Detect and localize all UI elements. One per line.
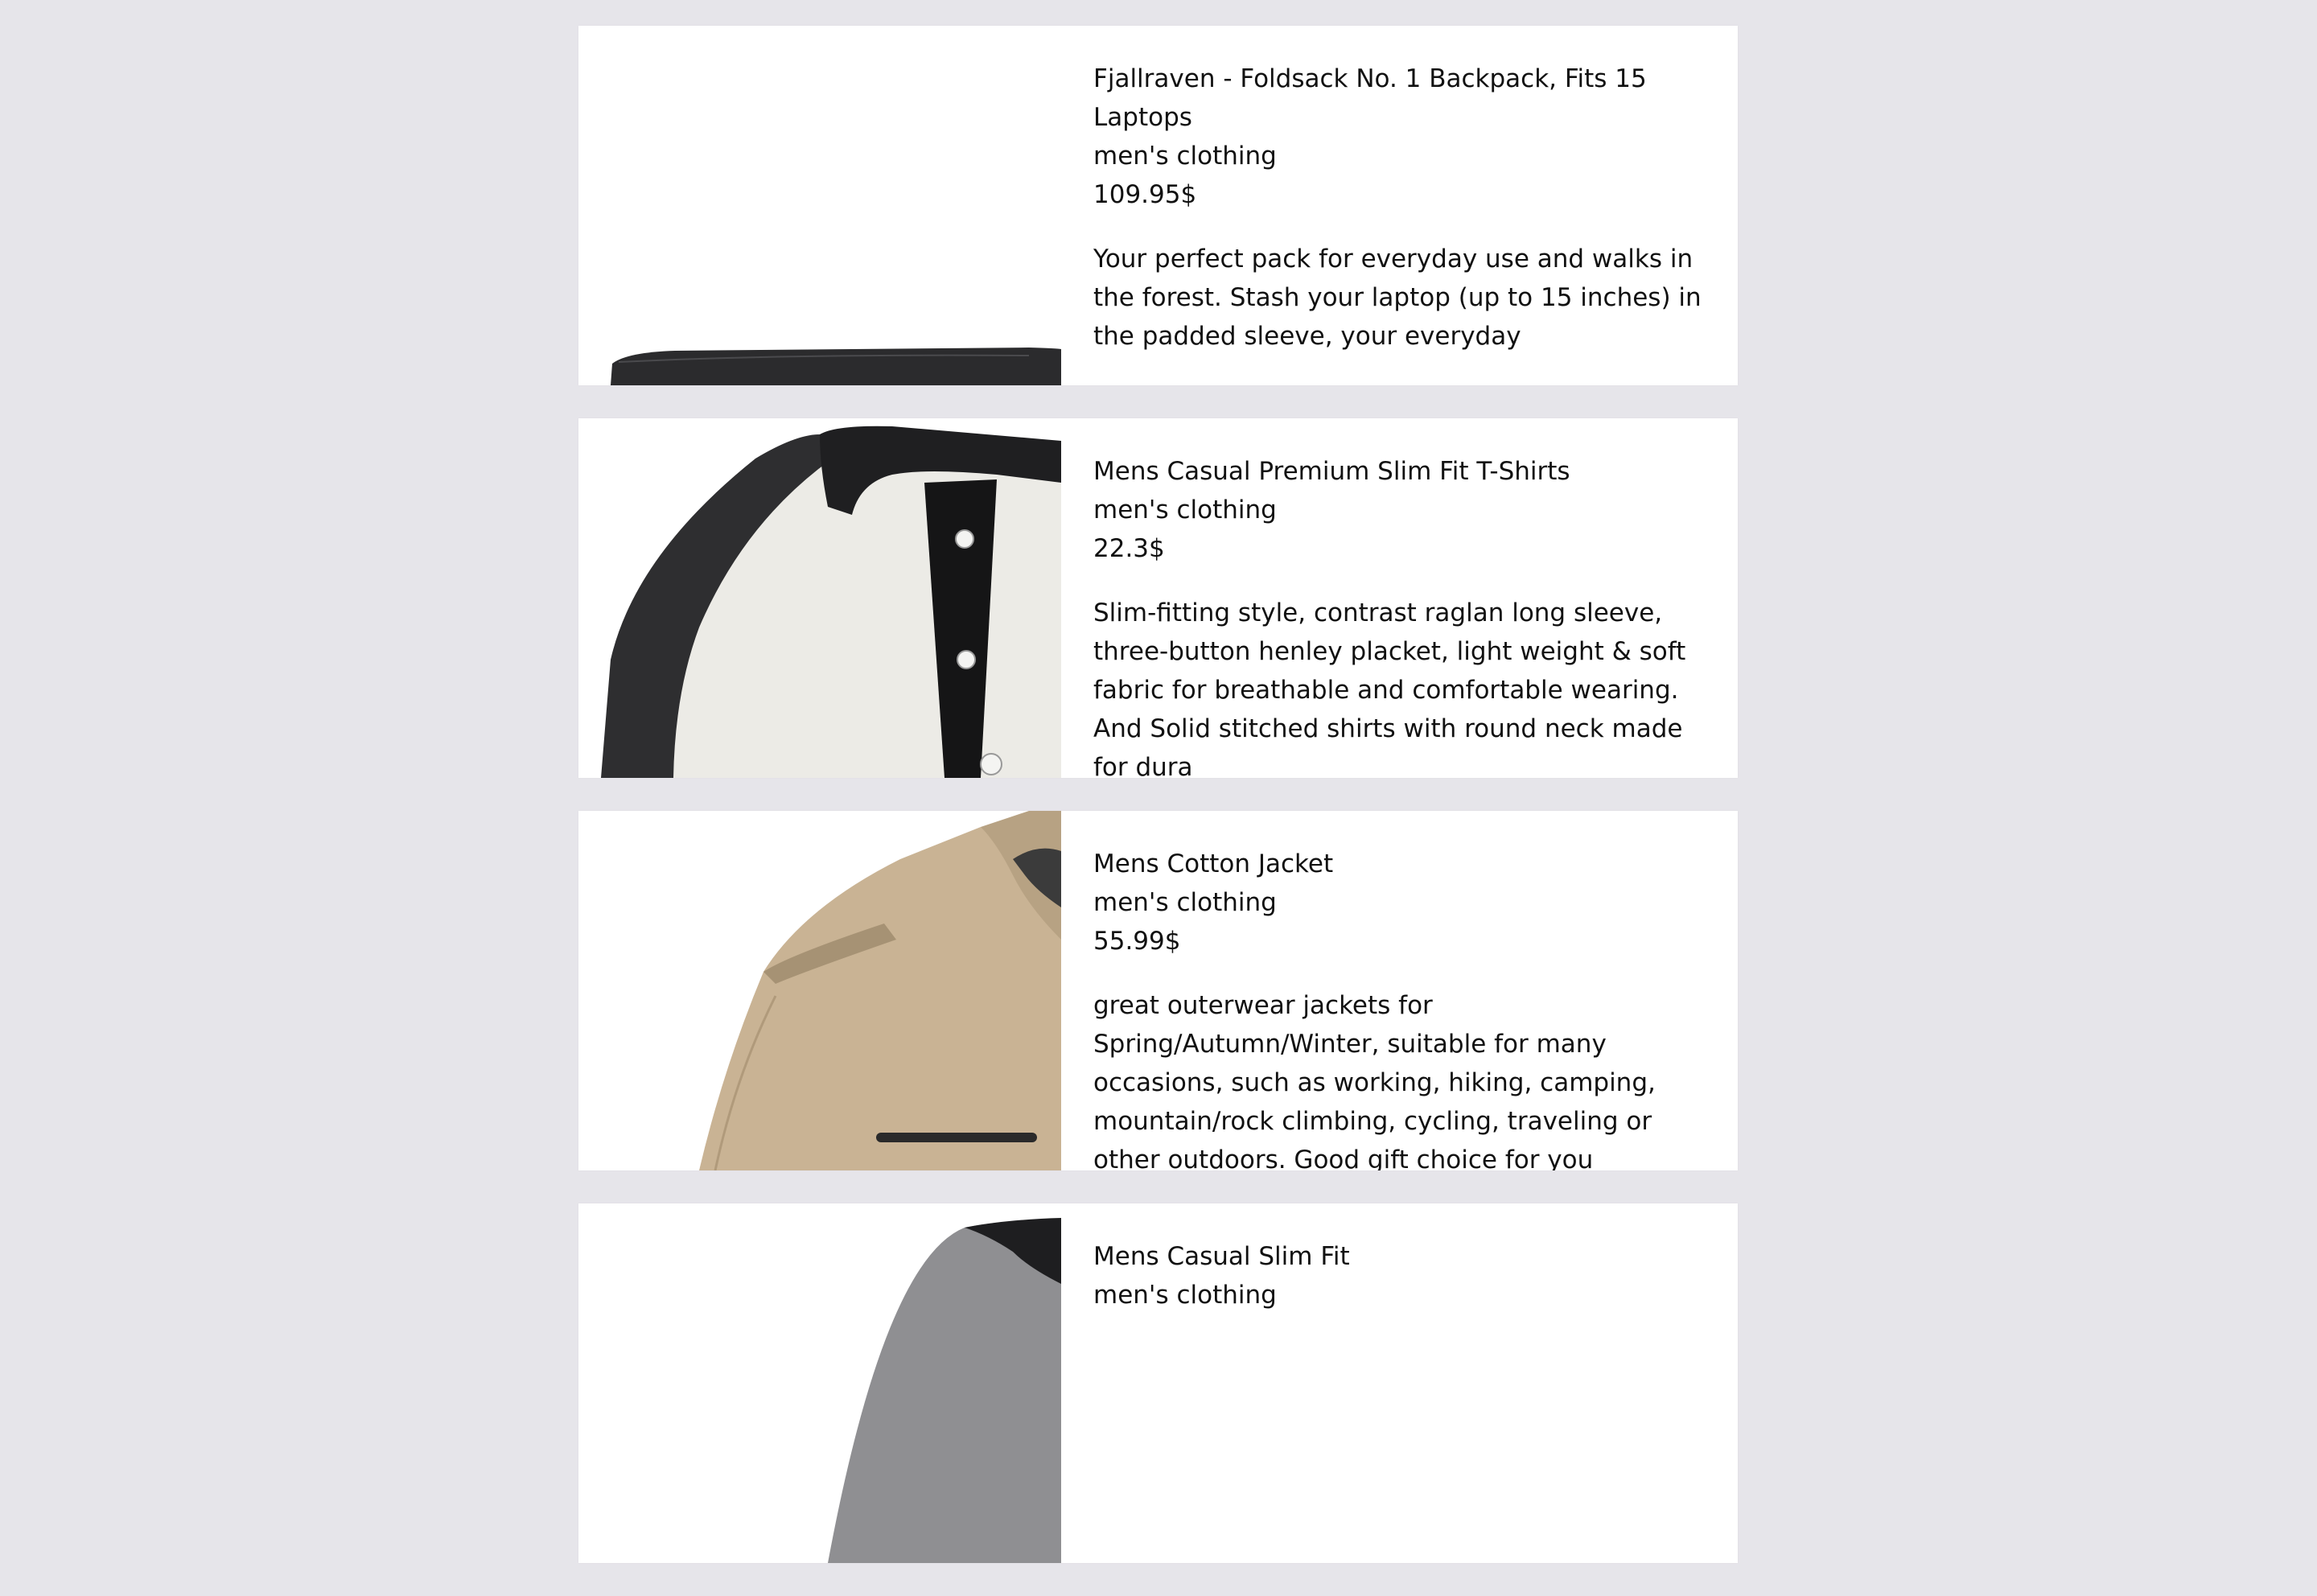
product-title[interactable]: Mens Casual Premium Slim Fit T-Shirts xyxy=(1093,452,1721,491)
product-image-slim-fit-shirt[interactable] xyxy=(578,1203,1061,1563)
product-info: Mens Casual Premium Slim Fit T-Shirts me… xyxy=(1093,452,1721,778)
product-category: men's clothing xyxy=(1093,142,1277,171)
product-title[interactable]: Mens Casual Slim Fit xyxy=(1093,1237,1721,1276)
product-category: men's clothing xyxy=(1093,888,1277,917)
product-card[interactable]: Mens Casual Premium Slim Fit T-Shirts me… xyxy=(578,418,1738,778)
product-info: Mens Cotton Jacket men's clothing 55.99$… xyxy=(1093,845,1721,1170)
product-card[interactable]: Fjallraven - Foldsack No. 1 Backpack, Fi… xyxy=(578,26,1738,385)
product-category: men's clothing xyxy=(1093,1281,1277,1310)
product-image-henley-shirt[interactable] xyxy=(578,418,1061,778)
product-card[interactable]: Mens Cotton Jacket men's clothing 55.99$… xyxy=(578,811,1738,1170)
product-list: Fjallraven - Foldsack No. 1 Backpack, Fi… xyxy=(578,26,1738,1596)
product-description: Your perfect pack for everyday use and w… xyxy=(1093,245,1702,351)
product-category: men's clothing xyxy=(1093,496,1277,524)
product-price: 109.95$ xyxy=(1093,180,1197,209)
product-title[interactable]: Fjallraven - Foldsack No. 1 Backpack, Fi… xyxy=(1093,60,1721,137)
product-description: Slim-fitting style, contrast raglan long… xyxy=(1093,598,1686,778)
product-image-backpack[interactable] xyxy=(578,26,1061,385)
product-price: 55.99$ xyxy=(1093,927,1181,956)
product-image-cotton-jacket[interactable] xyxy=(578,811,1061,1170)
product-card[interactable]: Mens Casual Slim Fit men's clothing xyxy=(578,1203,1738,1563)
product-info: Fjallraven - Foldsack No. 1 Backpack, Fi… xyxy=(1093,60,1721,356)
product-info: Mens Casual Slim Fit men's clothing xyxy=(1093,1237,1721,1340)
product-description: great outerwear jackets for Spring/Autum… xyxy=(1093,991,1656,1170)
product-title[interactable]: Mens Cotton Jacket xyxy=(1093,845,1721,883)
product-price: 22.3$ xyxy=(1093,534,1165,563)
